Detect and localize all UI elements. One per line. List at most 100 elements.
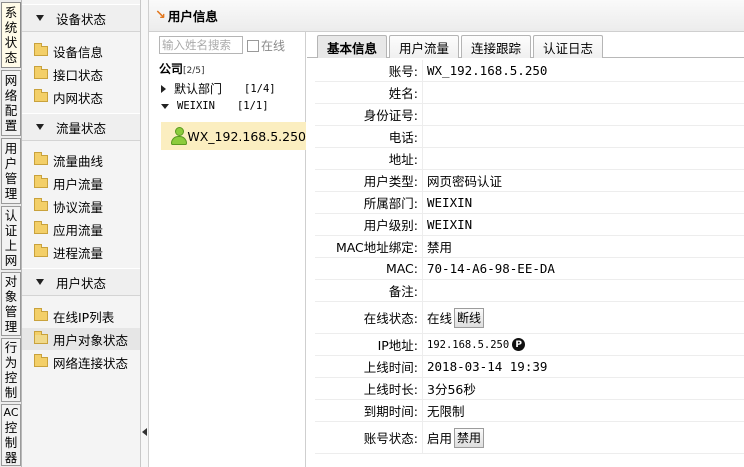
- vtab-char: 管: [4, 304, 18, 319]
- disconnect-button[interactable]: 断线: [454, 307, 485, 328]
- menu-item-network-connection-status[interactable]: 网络连接状态: [22, 351, 140, 373]
- vtab-behavior-control[interactable]: 行 为 控 制: [1, 338, 21, 402]
- tree-root-company[interactable]: 公司[2/5]: [159, 60, 205, 77]
- tab-connection-tracking[interactable]: 连接跟踪: [461, 35, 531, 58]
- menu-group-device-status[interactable]: 设备状态: [22, 4, 140, 32]
- menu-item-label: 在线IP列表: [53, 309, 115, 325]
- info-label: 上线时长:: [315, 378, 423, 399]
- info-value: WX_192.168.5.250: [427, 63, 548, 78]
- info-value: 2018-03-14 19:39: [427, 359, 548, 374]
- vtab-char: 认: [4, 208, 18, 223]
- menu-item-label: 网络连接状态: [53, 355, 129, 371]
- collapse-left-icon[interactable]: [142, 428, 147, 436]
- info-label: 账号:: [315, 60, 423, 81]
- menu-item-process-traffic[interactable]: 进程流量: [22, 241, 140, 263]
- vtab-char: 控: [4, 370, 18, 385]
- info-value: [423, 148, 427, 169]
- panel-header: ↘ 用户信息: [149, 0, 744, 32]
- vtab-char: 行: [4, 340, 18, 355]
- menu-item-label: 用户对象状态: [53, 332, 129, 348]
- info-label: 备注:: [315, 280, 423, 301]
- online-filter[interactable]: 在线: [247, 37, 285, 54]
- vtab-char: 上: [4, 238, 18, 253]
- vtab-char: 配: [4, 103, 18, 118]
- info-value: 启用 禁用: [423, 422, 485, 453]
- tab-user-traffic[interactable]: 用户流量: [389, 35, 459, 58]
- vtab-char: 置: [4, 118, 18, 133]
- info-row-ip: IP地址: 192.168.5.250 P: [315, 334, 744, 356]
- info-row-account-status: 账号状态: 启用 禁用: [315, 422, 744, 454]
- info-label: 用户级别:: [315, 214, 423, 235]
- tree-root-count: [2/5]: [183, 66, 205, 76]
- tab-basic-info[interactable]: 基本信息: [317, 35, 387, 58]
- menu-item-traffic-curve[interactable]: 流量曲线: [22, 149, 140, 171]
- vtab-ac-controller[interactable]: AC 控 制 器: [1, 404, 21, 466]
- menu-group-user-status[interactable]: 用户状态: [22, 268, 140, 296]
- menu-item-label: 流量曲线: [53, 153, 104, 169]
- info-label: MAC地址绑定:: [315, 236, 423, 257]
- info-label: MAC:: [315, 258, 423, 279]
- menu-group-traffic-status[interactable]: 流量状态: [22, 113, 140, 141]
- menu-item-app-traffic[interactable]: 应用流量: [22, 218, 140, 240]
- vtab-char: 统: [4, 20, 18, 35]
- name-search-input[interactable]: 输入姓名搜索: [159, 36, 243, 54]
- menu-item-interface-status[interactable]: 接口状态: [22, 63, 140, 85]
- tree-node-weixin[interactable]: WEIXIN [1/1]: [161, 100, 269, 112]
- menu-item-user-object-status[interactable]: 用户对象状态: [22, 328, 140, 350]
- tree-root-label: 公司: [159, 62, 184, 76]
- vtab-auth-access[interactable]: 认 证 上 网: [1, 206, 21, 270]
- folder-icon: [34, 152, 48, 165]
- tree-user-item[interactable]: WX_192.168.5.250: [161, 122, 306, 150]
- menu-item-online-ip-list[interactable]: 在线IP列表: [22, 305, 140, 327]
- info-row-expiry: 到期时间: 无限制: [315, 400, 744, 422]
- vtab-network-config[interactable]: 网 络 配 置: [1, 70, 21, 136]
- folder-icon: [34, 66, 48, 79]
- user-info-panel: ↘ 用户信息 输入姓名搜索 在线 公司[2/5] 默认部门 [1/4] WEIX…: [149, 0, 744, 467]
- info-value: [423, 280, 427, 301]
- tab-auth-log[interactable]: 认证日志: [533, 35, 603, 58]
- vtab-char: 制: [4, 385, 18, 400]
- vtab-user-management[interactable]: 用 户 管 理: [1, 138, 21, 204]
- vertical-tab-rail: 系 统 状 态 网 络 配 置 用 户 管 理 认 证 上 网 对 象 管 理: [0, 0, 22, 467]
- online-checkbox[interactable]: [247, 39, 259, 52]
- info-row-user-level: 用户级别: WEIXIN: [315, 214, 744, 236]
- online-checkbox-label: 在线: [261, 39, 286, 53]
- menu-item-lan-status[interactable]: 内网状态: [22, 86, 140, 108]
- info-row-phone: 电话:: [315, 126, 744, 148]
- vtab-system-status[interactable]: 系 统 状 态: [1, 2, 21, 68]
- menu-item-protocol-traffic[interactable]: 协议流量: [22, 195, 140, 217]
- info-row-user-type: 用户类型: 网页密码认证: [315, 170, 744, 192]
- p-badge-icon[interactable]: P: [512, 338, 526, 351]
- disable-account-button[interactable]: 禁用: [454, 427, 485, 448]
- vtab-char: 对: [4, 274, 18, 289]
- info-row-mac: MAC: 70-14-A6-98-EE-DA: [315, 258, 744, 280]
- info-value: 禁用: [427, 240, 453, 255]
- arrow-icon: ↘: [155, 8, 166, 23]
- tree-node-default-dept[interactable]: 默认部门 [1/4]: [161, 80, 276, 97]
- menu-item-user-traffic[interactable]: 用户流量: [22, 172, 140, 194]
- online-status-text: 在线: [427, 311, 453, 326]
- folder-icon: [34, 43, 48, 56]
- expand-arrow-icon[interactable]: [161, 84, 166, 93]
- vtab-char: 为: [4, 355, 18, 370]
- menu-item-device-info[interactable]: 设备信息: [22, 40, 140, 62]
- info-label: 上线时间:: [315, 356, 423, 377]
- info-label: 所属部门:: [315, 192, 423, 213]
- info-row-name: 姓名:: [315, 82, 744, 104]
- menu-group-title: 流量状态: [56, 120, 107, 136]
- vtab-object-management[interactable]: 对 象 管 理: [1, 272, 21, 336]
- sidebar-splitter[interactable]: [141, 0, 149, 467]
- info-value: 网页密码认证: [427, 174, 503, 189]
- menu-item-label: 协议流量: [53, 199, 104, 215]
- folder-icon: [34, 331, 48, 344]
- folder-icon: [34, 175, 48, 188]
- folder-icon: [34, 354, 48, 367]
- info-label: 在线状态:: [315, 302, 423, 333]
- collapse-arrow-icon[interactable]: [161, 103, 169, 109]
- tree-node-label: 默认部门: [174, 82, 223, 96]
- info-label: 用户类型:: [315, 170, 423, 191]
- vtab-char: 络: [4, 88, 18, 103]
- menu-item-label: 用户流量: [53, 176, 104, 192]
- info-label: 姓名:: [315, 82, 423, 103]
- info-value: 70-14-A6-98-EE-DA: [427, 261, 555, 276]
